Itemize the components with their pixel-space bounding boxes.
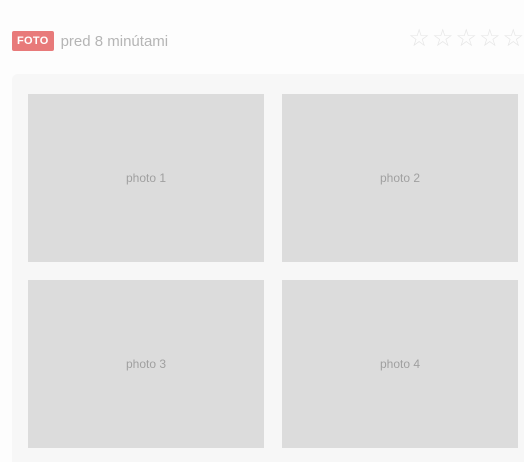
foto-badge: FOTO — [12, 31, 54, 51]
star-icon[interactable]: ☆ — [479, 26, 501, 52]
photo-placeholder-label: photo 3 — [125, 357, 167, 371]
star-icon[interactable]: ☆ — [432, 26, 454, 52]
cropped-title-strip — [0, 0, 524, 6]
gallery-photo[interactable]: photo 3 — [28, 280, 264, 448]
photo-placeholder-label: photo 4 — [379, 357, 421, 371]
timestamp: pred 8 minútami — [60, 32, 169, 50]
star-icon[interactable]: ☆ — [502, 26, 524, 52]
photo-placeholder-label: photo 1 — [125, 171, 167, 185]
star-icon[interactable]: ☆ — [408, 26, 430, 52]
photo-placeholder-label: photo 2 — [379, 171, 421, 185]
star-icon[interactable]: ☆ — [455, 26, 477, 52]
gallery-photo[interactable]: photo 1 — [28, 94, 264, 262]
photo-gallery: photo 1 photo 2 photo 3 photo 4 — [12, 74, 524, 462]
meta-row: FOTO pred 8 minútami — [12, 28, 168, 54]
star-rating[interactable]: ☆ ☆ ☆ ☆ ☆ — [408, 26, 524, 52]
gallery-photo[interactable]: photo 2 — [282, 94, 518, 262]
article-page: FOTO pred 8 minútami ☆ ☆ ☆ ☆ ☆ photo 1 p… — [0, 0, 524, 462]
gallery-photo[interactable]: photo 4 — [282, 280, 518, 448]
